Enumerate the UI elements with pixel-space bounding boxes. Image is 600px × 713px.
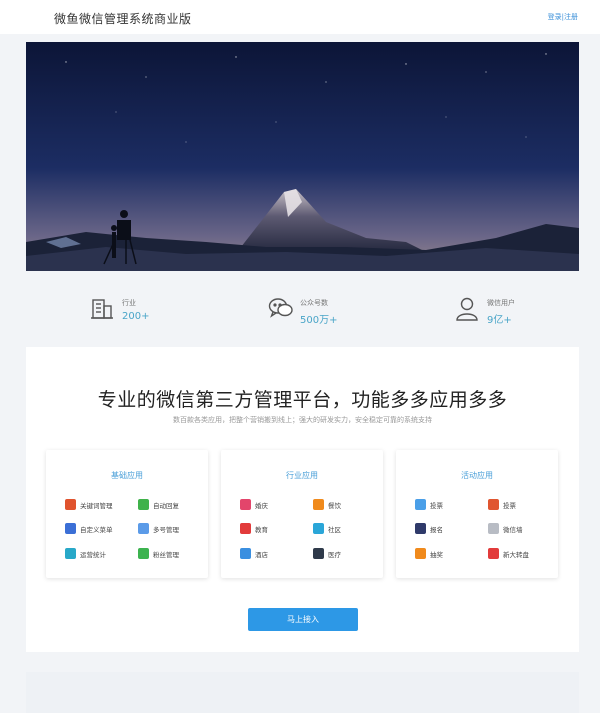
app-item[interactable]: 新大转盘 <box>488 547 558 561</box>
app-label: 微信墙 <box>503 526 523 534</box>
app-item[interactable]: 投票 <box>488 498 558 512</box>
app-item[interactable]: 微信墙 <box>488 522 558 536</box>
app-label: 报名 <box>430 526 443 534</box>
app-icon <box>240 548 251 559</box>
app-icon <box>138 499 149 510</box>
card-activity-apps: 活动应用 投票 投票 报名 微信墙 抽奖 新大转盘 <box>396 450 558 578</box>
features-headline: 专业的微信第三方管理平台，功能多多应用多多 <box>97 389 508 411</box>
app-item[interactable]: 报名 <box>415 522 485 536</box>
app-label: 投票 <box>430 502 443 510</box>
app-item[interactable]: 投票 <box>415 498 485 512</box>
features-subline: 数百款各类应用，把整个营销搬到线上；强大的研发实力，安全稳定可靠的系统支持 <box>173 416 432 424</box>
app-item[interactable]: 多号管理 <box>138 522 208 536</box>
card-industry-apps: 行业应用 婚庆 餐饮 教育 社区 酒店 医疗 <box>221 450 383 578</box>
app-icon <box>138 548 149 559</box>
app-label: 自定义菜单 <box>80 526 113 534</box>
app-label: 粉丝管理 <box>153 551 179 559</box>
stat-value: 200+ <box>122 311 150 322</box>
app-label: 多号管理 <box>153 526 179 534</box>
stat-label: 公众号数 <box>300 299 328 307</box>
app-label: 抽奖 <box>430 551 443 559</box>
app-icon <box>488 499 499 510</box>
app-icon <box>488 523 499 534</box>
card-title: 行业应用 <box>286 471 318 480</box>
card-title: 活动应用 <box>461 471 493 480</box>
app-item[interactable]: 粉丝管理 <box>138 547 208 561</box>
app-item[interactable]: 社区 <box>313 522 383 536</box>
app-icon <box>138 523 149 534</box>
join-now-button[interactable]: 马上接入 <box>248 608 358 631</box>
features-panel: 专业的微信第三方管理平台，功能多多应用多多 数百款各类应用，把整个营销搬到线上；… <box>26 347 579 652</box>
app-label: 婚庆 <box>255 502 268 510</box>
card-title: 基础应用 <box>111 471 143 480</box>
mountain-night-illustration <box>26 42 579 271</box>
app-item[interactable]: 自定义菜单 <box>65 522 135 536</box>
stat-value: 500万+ <box>300 315 338 326</box>
user-icon <box>455 296 481 322</box>
register-link[interactable]: 注册 <box>564 13 578 21</box>
app-item[interactable]: 关键词管理 <box>65 498 135 512</box>
app-icon <box>415 548 426 559</box>
stats-row: 行业 200+ 公众号数 500万+ 微信用户 9亿+ <box>0 290 600 335</box>
stat-label: 行业 <box>122 299 136 307</box>
app-item[interactable]: 医疗 <box>313 547 383 561</box>
stat-value: 9亿+ <box>487 315 512 326</box>
auth-links: 登录|注册 <box>548 12 578 22</box>
footer-area <box>26 672 579 713</box>
app-icon <box>488 548 499 559</box>
app-icon <box>313 548 324 559</box>
app-item[interactable]: 教育 <box>240 522 310 536</box>
hero-banner-image <box>26 42 579 271</box>
app-label: 社区 <box>328 526 341 534</box>
top-bar: 微鱼微信管理系统商业版 登录|注册 <box>0 0 600 34</box>
app-label: 餐饮 <box>328 502 341 510</box>
stat-label: 微信用户 <box>487 299 515 307</box>
brand-title: 微鱼微信管理系统商业版 <box>54 12 192 26</box>
login-link[interactable]: 登录 <box>548 13 562 21</box>
app-item[interactable]: 抽奖 <box>415 547 485 561</box>
building-icon <box>90 296 116 322</box>
app-icon <box>240 523 251 534</box>
app-icon <box>65 548 76 559</box>
app-label: 投票 <box>503 502 516 510</box>
app-label: 医疗 <box>328 551 341 559</box>
app-item[interactable]: 婚庆 <box>240 498 310 512</box>
app-label: 酒店 <box>255 551 268 559</box>
app-icon <box>313 499 324 510</box>
app-label: 关键词管理 <box>80 502 113 510</box>
app-item[interactable]: 酒店 <box>240 547 310 561</box>
app-label: 教育 <box>255 526 268 534</box>
app-item[interactable]: 餐饮 <box>313 498 383 512</box>
app-label: 新大转盘 <box>503 551 529 559</box>
app-label: 运营统计 <box>80 551 106 559</box>
wechat-icon <box>268 296 294 322</box>
app-icon <box>313 523 324 534</box>
app-label: 自动回复 <box>153 502 179 510</box>
app-item[interactable]: 自动回复 <box>138 498 208 512</box>
app-icon <box>415 523 426 534</box>
app-item[interactable]: 运营统计 <box>65 547 135 561</box>
app-icon <box>415 499 426 510</box>
card-basic-apps: 基础应用 关键词管理 自动回复 自定义菜单 多号管理 运营统计 粉丝管理 <box>46 450 208 578</box>
app-icon <box>240 499 251 510</box>
app-icon <box>65 499 76 510</box>
app-icon <box>65 523 76 534</box>
